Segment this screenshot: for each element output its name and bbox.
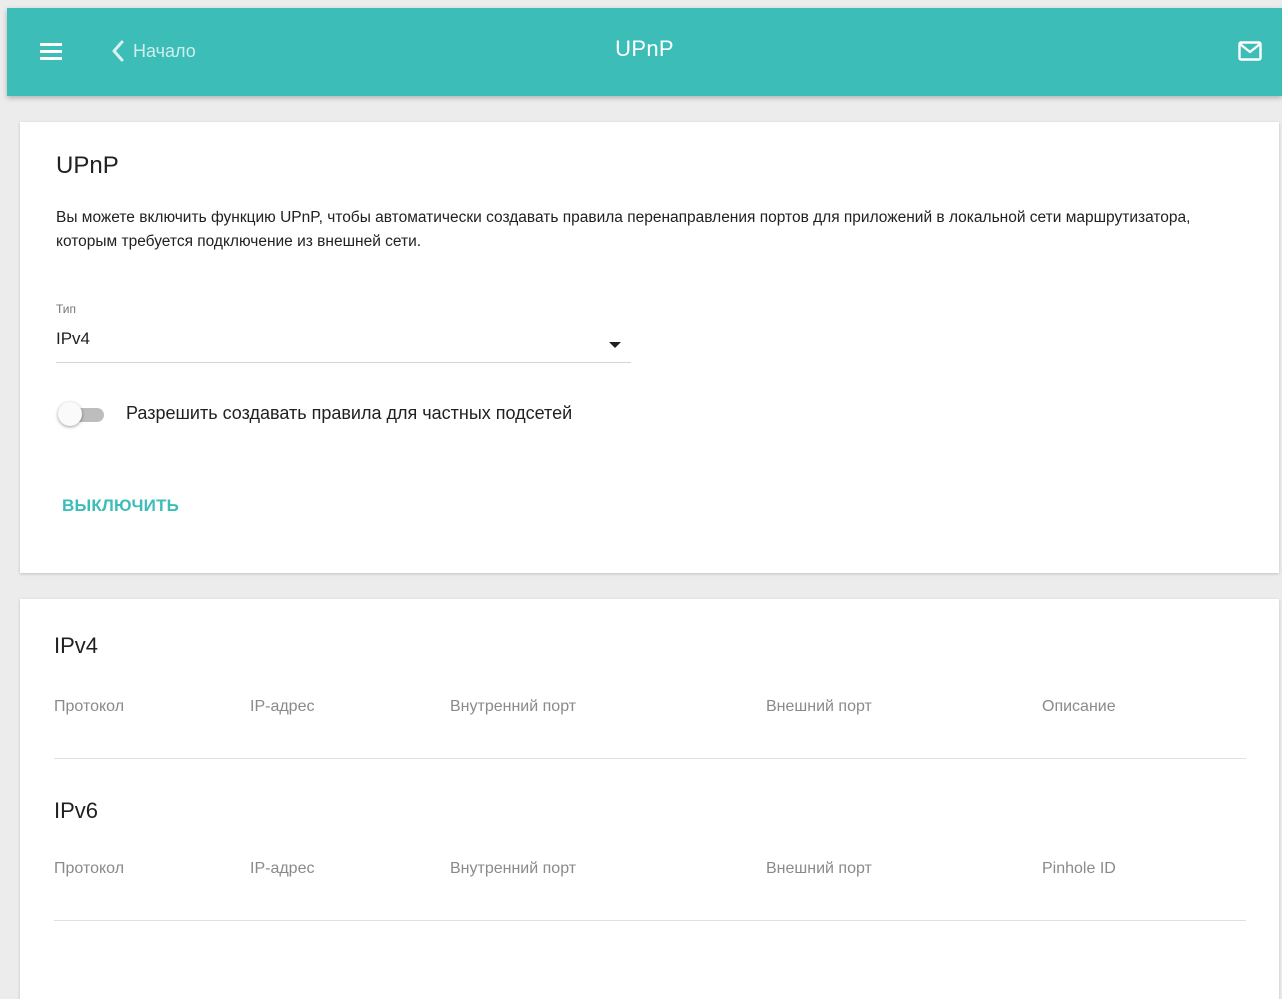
ipv4-table-title: IPv4 (54, 633, 99, 658)
toggle-knob (58, 402, 82, 426)
section-title: UPnP (56, 152, 119, 179)
column-header-pinhole-id[interactable]: Pinhole ID (1042, 860, 1116, 878)
notifications-button[interactable] (1238, 41, 1262, 66)
type-select[interactable]: IPv4 (56, 322, 631, 363)
disable-upnp-button[interactable]: ВЫКЛЮЧИТЬ (62, 496, 179, 516)
envelope-icon (1238, 41, 1262, 61)
private-subnets-label: Разрешить создавать правила для частных … (126, 403, 573, 423)
column-header-internal-port[interactable]: Внутренний порт (450, 860, 576, 878)
column-header-ip-address[interactable]: IP-адрес (250, 698, 314, 716)
ipv6-table-title: IPv6 (54, 798, 99, 823)
column-header-protocol[interactable]: Протокол (54, 860, 124, 878)
column-header-description[interactable]: Описание (1042, 698, 1116, 716)
top-app-bar: Начало UPnP (7, 8, 1282, 96)
upnp-tables-card: IPv4 Протокол IP-адрес Внутренний порт В… (20, 599, 1279, 999)
upnp-settings-card: UPnP Вы можете включить функцию UPnP, чт… (20, 122, 1279, 573)
section-description: Вы можете включить функцию UPnP, чтобы а… (56, 209, 1191, 250)
ipv6-table-header: Протокол IP-адрес Внутренний порт Внешни… (54, 851, 1246, 921)
private-subnets-toggle[interactable] (58, 401, 106, 429)
type-field-label: Тип (56, 302, 77, 316)
column-header-protocol[interactable]: Протокол (54, 698, 124, 716)
caret-down-icon (609, 342, 621, 348)
ipv4-table-header: Протокол IP-адрес Внутренний порт Внешни… (54, 689, 1246, 759)
type-select-value: IPv4 (56, 329, 91, 348)
page-title: UPnP (615, 36, 674, 61)
column-header-external-port[interactable]: Внешний порт (766, 698, 872, 716)
column-header-internal-port[interactable]: Внутренний порт (450, 698, 576, 716)
column-header-external-port[interactable]: Внешний порт (766, 860, 872, 878)
column-header-ip-address[interactable]: IP-адрес (250, 860, 314, 878)
